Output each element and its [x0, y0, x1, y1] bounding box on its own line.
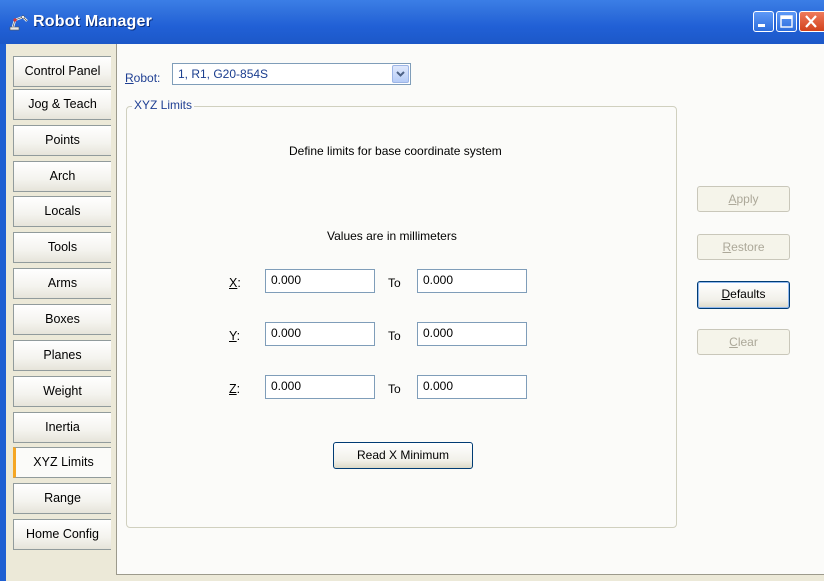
robot-label-mnemonic: R [125, 71, 134, 85]
apply-button[interactable]: Apply [697, 186, 790, 212]
y-max-input[interactable]: 0.000 [417, 322, 527, 346]
chevron-down-icon [396, 71, 405, 77]
window-title: Robot Manager [33, 13, 153, 30]
tab-planes[interactable]: Planes [13, 340, 111, 371]
z-axis-mnemonic: Z [229, 382, 237, 396]
y-min-input[interactable]: 0.000 [265, 322, 375, 346]
z-axis-label: Z: [229, 382, 240, 396]
apply-label: pply [736, 192, 759, 206]
tab-points[interactable]: Points [13, 125, 111, 156]
tab-locals[interactable]: Locals [13, 196, 111, 227]
x-to-label: To [388, 276, 401, 290]
x-axis-label: X: [229, 276, 241, 290]
y-to-label: To [388, 329, 401, 343]
maximize-icon [780, 15, 793, 28]
clear-button[interactable]: Clear [697, 329, 790, 355]
tab-control-panel[interactable]: Control Panel [13, 56, 111, 87]
restore-mnemonic: R [722, 240, 732, 254]
z-axis-colon: : [236, 382, 241, 396]
y-axis-label: Y: [229, 329, 240, 343]
close-icon [805, 15, 817, 28]
dropdown-button[interactable] [392, 65, 409, 83]
tab-inertia[interactable]: Inertia [13, 412, 111, 443]
x-min-input[interactable]: 0.000 [265, 269, 375, 293]
apply-mnemonic: A [728, 192, 737, 206]
group-title: XYZ Limits [132, 98, 195, 112]
clear-label: lear [737, 335, 758, 349]
tab-xyz-limits[interactable]: XYZ Limits [13, 447, 111, 478]
restore-button[interactable]: Restore [697, 234, 790, 260]
minimize-button[interactable] [753, 11, 774, 32]
robot-select[interactable]: 1, R1, G20-854S [172, 63, 411, 85]
defaults-button[interactable]: Defaults [697, 281, 790, 309]
robot-manager-window: Robot Manager Control Panel Jog & Teach … [0, 0, 824, 581]
defaults-label: efaults [730, 287, 766, 301]
minimize-icon [758, 24, 765, 27]
maximize-button[interactable] [776, 11, 797, 32]
robot-select-value: 1, R1, G20-854S [178, 67, 269, 81]
clear-mnemonic: C [729, 335, 738, 349]
z-to-label: To [388, 382, 401, 396]
description-text: Define limits for base coordinate system [289, 144, 502, 158]
z-max-input[interactable]: 0.000 [417, 375, 527, 399]
y-axis-colon: : [236, 329, 241, 343]
tab-boxes[interactable]: Boxes [13, 304, 111, 335]
robot-label: Robot: [125, 71, 160, 85]
restore-label: estore [731, 240, 765, 254]
units-note: Values are in millimeters [327, 229, 457, 243]
tab-weight[interactable]: Weight [13, 376, 111, 407]
tab-jog-teach[interactable]: Jog & Teach [13, 89, 111, 120]
x-axis-colon: : [237, 276, 241, 290]
tab-arch[interactable]: Arch [13, 161, 111, 192]
x-max-input[interactable]: 0.000 [417, 269, 527, 293]
y-axis-mnemonic: Y [229, 329, 237, 343]
robot-label-rest: obot: [133, 71, 161, 85]
tab-range[interactable]: Range [13, 483, 111, 514]
defaults-mnemonic: D [721, 287, 731, 301]
z-min-input[interactable]: 0.000 [265, 375, 375, 399]
tab-tools[interactable]: Tools [13, 232, 111, 263]
read-x-minimum-button[interactable]: Read X Minimum [333, 442, 473, 469]
close-button[interactable] [799, 11, 824, 32]
title-bar[interactable]: Robot Manager [0, 0, 824, 45]
tab-arms[interactable]: Arms [13, 268, 111, 299]
tab-home-config[interactable]: Home Config [13, 519, 111, 550]
robot-arm-icon [9, 15, 28, 31]
